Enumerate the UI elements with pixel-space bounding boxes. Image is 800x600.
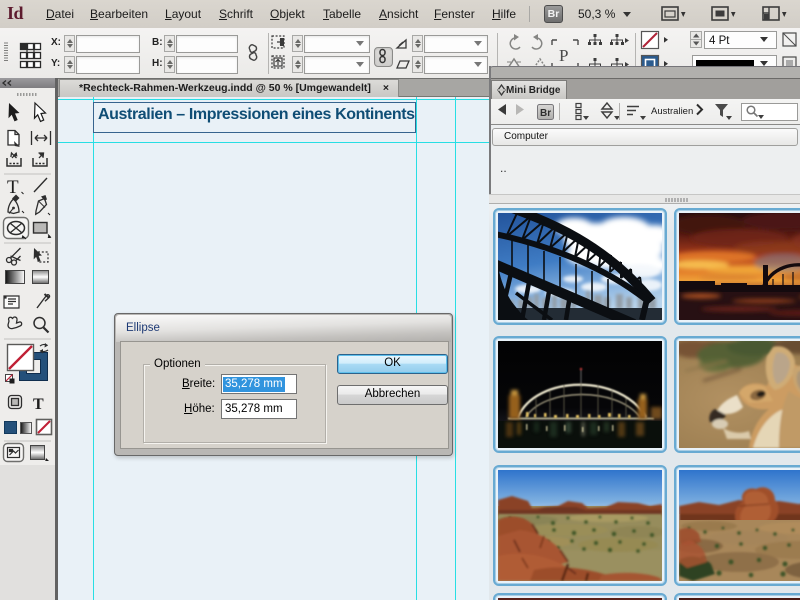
svg-text:P: P	[559, 46, 568, 65]
svg-text:T: T	[33, 396, 44, 413]
svg-text:Br: Br	[540, 108, 551, 119]
svg-text:4 Pt: 4 Pt	[709, 35, 730, 47]
svg-text:Australien: Australien	[651, 106, 693, 117]
svg-text:T: T	[7, 177, 19, 198]
